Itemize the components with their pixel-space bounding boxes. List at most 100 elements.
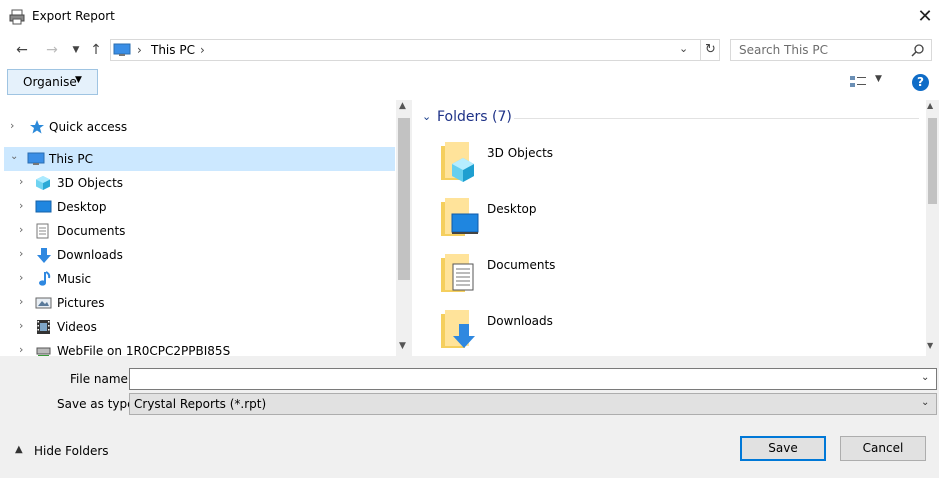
- command-bar: Organise ▼ ▼ ?: [0, 68, 939, 98]
- back-arrow-icon[interactable]: ←: [12, 36, 32, 64]
- expand-chevron-icon[interactable]: ›: [19, 223, 29, 236]
- 3d-objects-icon: [35, 175, 51, 194]
- cancel-button[interactable]: Cancel: [840, 436, 926, 461]
- title-bar: Export Report ✕: [0, 0, 939, 34]
- nav-item-3d-objects[interactable]: › 3D Objects: [4, 171, 395, 195]
- nav-item-quick-access[interactable]: › Quick access: [4, 115, 395, 139]
- nav-item-label: 3D Objects: [57, 176, 124, 190]
- expand-chevron-icon[interactable]: ›: [19, 247, 29, 260]
- search-icon: [911, 43, 925, 60]
- file-name-dropdown-chevron-icon[interactable]: ⌄: [921, 372, 929, 383]
- nav-item-webfile[interactable]: › WebFile on 1R0CPC2PPBI85S: [4, 339, 395, 356]
- nav-item-videos[interactable]: › Videos: [4, 315, 395, 339]
- videos-icon: [36, 319, 51, 338]
- navigation-pane-scrollbar[interactable]: ▲ ▼: [396, 100, 412, 356]
- search-placeholder: Search This PC: [739, 43, 828, 57]
- quick-access-star-icon: [29, 119, 45, 138]
- folder-name: 3D Objects: [487, 146, 554, 160]
- nav-item-pictures[interactable]: › Pictures: [4, 291, 395, 315]
- expand-chevron-icon[interactable]: ›: [19, 271, 29, 284]
- breadcrumb-separator[interactable]: ›: [200, 43, 205, 57]
- navigation-pane[interactable]: › Quick access ⌄ This PC › 3D Objects › …: [4, 100, 412, 356]
- nav-item-documents[interactable]: › Documents: [4, 219, 395, 243]
- search-input[interactable]: Search This PC: [730, 39, 932, 61]
- scroll-down-arrow-icon[interactable]: ▼: [399, 341, 406, 351]
- change-view-icon[interactable]: [849, 74, 867, 93]
- expand-chevron-icon[interactable]: ›: [10, 119, 20, 132]
- scrollbar-thumb[interactable]: [398, 118, 410, 280]
- navigation-bar: ← → ▼ ↑ › This PC › ⌄ ↻ Search This PC: [0, 36, 939, 64]
- folder-3d-objects-icon: [438, 140, 480, 187]
- content-pane[interactable]: ⌄ Folders (7) 3D Objects Desktop Documen…: [414, 100, 939, 356]
- forward-arrow-icon[interactable]: →: [42, 36, 62, 64]
- chevron-down-icon: ⌄: [921, 397, 930, 408]
- expand-chevron-icon[interactable]: ›: [19, 175, 29, 188]
- folder-documents-icon: [438, 252, 480, 299]
- file-name-label: File name:: [70, 372, 132, 386]
- content-pane-scrollbar[interactable]: ▲ ▼: [926, 100, 939, 356]
- chevron-down-icon: ▼: [75, 75, 82, 85]
- nav-item-label: Videos: [57, 320, 97, 334]
- breadcrumb-separator: ›: [137, 43, 142, 57]
- folder-downloads-icon: [438, 308, 480, 355]
- close-icon[interactable]: ✕: [914, 6, 936, 28]
- nav-item-label: Documents: [57, 224, 126, 238]
- view-options-chevron-icon[interactable]: ▼: [875, 74, 882, 84]
- window-title: Export Report: [32, 9, 115, 23]
- group-collapse-chevron-icon[interactable]: ⌄: [422, 110, 431, 123]
- address-bar[interactable]: › This PC › ⌄ ↻: [110, 39, 720, 61]
- nav-item-music[interactable]: › Music: [4, 267, 395, 291]
- nav-item-label: Desktop: [57, 200, 107, 214]
- save-as-type-label: Save as type:: [57, 397, 139, 411]
- expand-chevron-icon[interactable]: ›: [19, 199, 29, 212]
- folder-item-desktop[interactable]: Desktop: [438, 196, 738, 248]
- downloads-icon: [36, 247, 52, 267]
- save-as-type-value: Crystal Reports (*.rpt): [134, 397, 267, 411]
- nav-item-desktop[interactable]: › Desktop: [4, 195, 395, 219]
- recent-locations-chevron-icon[interactable]: ▼: [66, 36, 86, 64]
- expand-chevron-icon[interactable]: ›: [19, 319, 29, 332]
- refresh-icon[interactable]: ↻: [700, 39, 720, 61]
- organise-label: Organise: [23, 75, 77, 89]
- up-arrow-icon[interactable]: ↑: [86, 36, 106, 64]
- folders-group-title[interactable]: Folders (7): [437, 109, 512, 125]
- save-as-type-select[interactable]: Crystal Reports (*.rpt) ⌄: [129, 393, 937, 415]
- nav-item-this-pc[interactable]: ⌄ This PC: [4, 147, 395, 171]
- scroll-up-arrow-icon[interactable]: ▲: [927, 101, 933, 110]
- nav-item-label: Pictures: [57, 296, 105, 310]
- folder-item-3d-objects[interactable]: 3D Objects: [438, 140, 738, 192]
- nav-item-label: This PC: [49, 152, 93, 166]
- group-divider: [514, 118, 919, 119]
- scrollbar-thumb[interactable]: [928, 118, 937, 204]
- breadcrumb-this-pc[interactable]: This PC: [151, 43, 195, 57]
- nav-item-downloads[interactable]: › Downloads: [4, 243, 395, 267]
- save-button[interactable]: Save: [740, 436, 826, 461]
- printer-icon: [9, 9, 25, 28]
- pictures-icon: [35, 295, 52, 314]
- expand-chevron-icon[interactable]: ›: [19, 343, 29, 356]
- computer-icon: [27, 151, 45, 170]
- computer-icon: [113, 43, 131, 60]
- desktop-icon: [35, 199, 52, 218]
- folder-item-downloads[interactable]: Downloads: [438, 308, 738, 356]
- help-icon[interactable]: ?: [912, 74, 929, 91]
- file-name-input[interactable]: [129, 368, 937, 390]
- scroll-up-arrow-icon[interactable]: ▲: [399, 101, 406, 111]
- documents-icon: [36, 223, 50, 242]
- network-drive-icon: [35, 343, 52, 356]
- music-icon: [37, 271, 51, 290]
- folder-item-documents[interactable]: Documents: [438, 252, 738, 304]
- nav-item-label: Music: [57, 272, 92, 286]
- nav-item-label: Downloads: [57, 248, 123, 262]
- organise-button[interactable]: Organise ▼: [7, 69, 98, 95]
- expand-chevron-icon[interactable]: ›: [19, 295, 29, 308]
- nav-item-label: Quick access: [49, 120, 128, 134]
- folder-name: Desktop: [487, 202, 537, 216]
- collapse-chevron-icon[interactable]: ⌄: [10, 151, 20, 162]
- folder-name: Documents: [487, 258, 556, 272]
- folder-desktop-icon: [438, 196, 480, 243]
- nav-item-label: WebFile on 1R0CPC2PPBI85S: [57, 344, 231, 356]
- scroll-down-arrow-icon[interactable]: ▼: [927, 341, 933, 350]
- address-dropdown-chevron-icon[interactable]: ⌄: [679, 42, 688, 55]
- folder-name: Downloads: [487, 314, 553, 328]
